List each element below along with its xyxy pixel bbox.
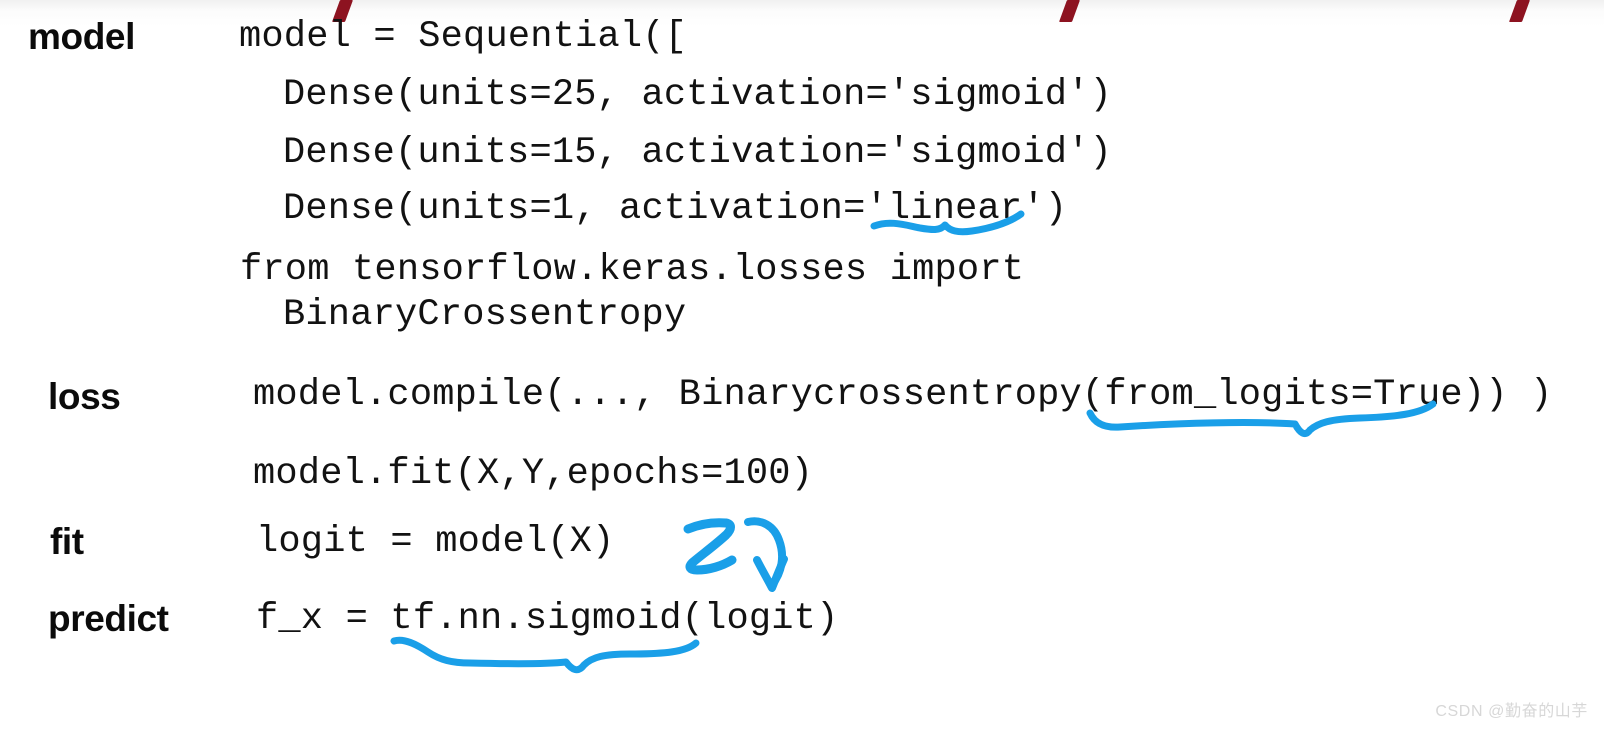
- code-line-fit: model.fit(X,Y,epochs=100): [253, 453, 814, 495]
- label-predict: predict: [48, 598, 169, 639]
- code-line-dense-15: Dense(units=15, activation='sigmoid'): [283, 132, 1112, 174]
- label-loss: loss: [48, 376, 121, 417]
- watermark-text: CSDN @勤奋的山芋: [1435, 703, 1588, 720]
- red-tick-mark-3: [1508, 0, 1531, 22]
- curved-down-arrow-icon: [744, 517, 788, 592]
- slide-canvas: model loss fit predict model = Sequentia…: [0, 0, 1604, 731]
- red-tick-mark-2: [1058, 0, 1081, 22]
- code-line-sequential: model = Sequential([: [239, 16, 688, 58]
- code-line-dense-1: Dense(units=1, activation='linear'): [283, 188, 1068, 230]
- code-line-compile: model.compile(..., Binarycrossentropy(fr…: [253, 374, 1553, 416]
- blue-underline-sigmoid-logit-icon: [390, 636, 700, 674]
- handwritten-z-icon: [683, 518, 737, 575]
- code-line-sigmoid: f_x = tf.nn.sigmoid(logit): [256, 598, 839, 640]
- label-fit: fit: [50, 521, 84, 562]
- code-line-logit: logit = model(X): [256, 521, 615, 563]
- label-model: model: [28, 16, 135, 57]
- code-line-dense-25: Dense(units=25, activation='sigmoid'): [283, 74, 1112, 116]
- code-line-binarycrossentropy: BinaryCrossentropy: [283, 294, 687, 336]
- code-line-import: from tensorflow.keras.losses import: [240, 249, 1025, 291]
